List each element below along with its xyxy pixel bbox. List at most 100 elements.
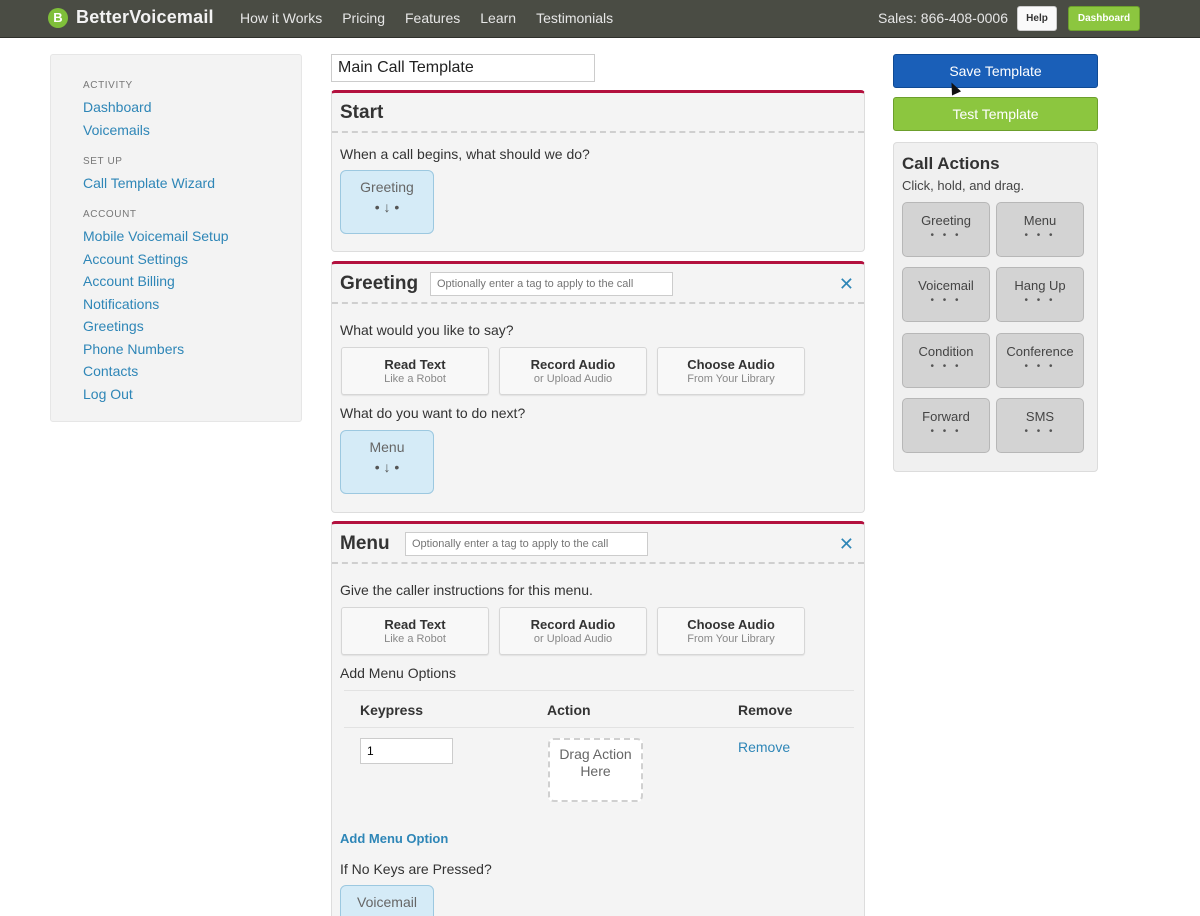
call-actions-subtitle: Click, hold, and drag. bbox=[902, 178, 1025, 193]
menu-question: Give the caller instructions for this me… bbox=[340, 582, 593, 598]
template-name-input[interactable] bbox=[331, 54, 595, 82]
start-title: Start bbox=[340, 102, 384, 123]
button-subtitle: or Upload Audio bbox=[533, 373, 613, 385]
add-menu-option-link[interactable]: Add Menu Option bbox=[340, 831, 448, 846]
greeting-choose-audio-button[interactable]: Choose Audio From Your Library bbox=[657, 347, 805, 395]
table-header-remove: Remove bbox=[738, 702, 793, 718]
greeting-question: What would you like to say? bbox=[340, 322, 514, 338]
greeting-next-menu-tile[interactable]: Menu • ↓ • bbox=[340, 430, 434, 494]
start-card: Start When a call begins, what should we… bbox=[331, 90, 865, 252]
action-tile-voicemail[interactable]: Voicemail • • • bbox=[902, 267, 990, 322]
menu-read-text-button[interactable]: Read Text Like a Robot bbox=[341, 607, 489, 655]
nav-how-it-works[interactable]: How it Works bbox=[240, 10, 322, 26]
action-tile-greeting[interactable]: Greeting • • • bbox=[902, 202, 990, 257]
action-tile-menu[interactable]: Menu • • • bbox=[996, 202, 1084, 257]
menu-add-options-label: Add Menu Options bbox=[340, 665, 456, 681]
action-tile-sms[interactable]: SMS • • • bbox=[996, 398, 1084, 453]
menu-record-audio-button[interactable]: Record Audio or Upload Audio bbox=[499, 607, 647, 655]
arrow-down-icon: • ↓ • bbox=[374, 459, 400, 475]
action-label: Forward bbox=[922, 409, 970, 424]
dashboard-button[interactable]: Dashboard bbox=[1068, 6, 1140, 31]
start-greeting-tile[interactable]: Greeting • ↓ • bbox=[340, 170, 434, 234]
action-label: Voicemail bbox=[918, 278, 974, 293]
sidebar-item-mobile-voicemail-setup[interactable]: Mobile Voicemail Setup bbox=[83, 228, 229, 244]
drag-dots-icon: • • • bbox=[930, 426, 962, 437]
menu-tag-input[interactable] bbox=[405, 532, 648, 556]
sidebar-item-greetings[interactable]: Greetings bbox=[83, 318, 144, 334]
sidebar-item-log-out[interactable]: Log Out bbox=[83, 386, 133, 402]
nav-features[interactable]: Features bbox=[405, 10, 460, 26]
menu-title: Menu bbox=[340, 533, 390, 554]
action-label: Greeting bbox=[921, 213, 971, 228]
close-icon[interactable]: ✕ bbox=[839, 274, 854, 295]
drag-dots-icon: • • • bbox=[930, 361, 962, 372]
greeting-title: Greeting bbox=[340, 273, 419, 294]
call-actions-panel: Call Actions Click, hold, and drag. Gree… bbox=[893, 142, 1098, 472]
drag-action-dropzone[interactable]: Drag Action Here bbox=[548, 738, 643, 802]
logo-icon[interactable]: B bbox=[48, 8, 68, 28]
sidebar-item-account-billing[interactable]: Account Billing bbox=[83, 273, 175, 289]
button-subtitle: From Your Library bbox=[687, 373, 775, 385]
sidebar-item-voicemails[interactable]: Voicemails bbox=[83, 122, 150, 138]
nav-pricing[interactable]: Pricing bbox=[342, 10, 385, 26]
drag-dots-icon: • • • bbox=[1024, 230, 1056, 241]
button-title: Read Text bbox=[384, 357, 446, 372]
menu-card: Menu ✕ Give the caller instructions for … bbox=[331, 521, 865, 916]
menu-choose-audio-button[interactable]: Choose Audio From Your Library bbox=[657, 607, 805, 655]
sidebar-heading-account: ACCOUNT bbox=[83, 209, 137, 220]
greeting-next-question: What do you want to do next? bbox=[340, 405, 526, 421]
table-divider bbox=[344, 690, 854, 691]
button-subtitle: From Your Library bbox=[687, 633, 775, 645]
action-tile-condition[interactable]: Condition • • • bbox=[902, 333, 990, 388]
top-navbar: B BetterVoicemail How it Works Pricing F… bbox=[0, 0, 1200, 38]
call-actions-title: Call Actions bbox=[902, 154, 1000, 173]
greeting-tag-input[interactable] bbox=[430, 272, 673, 296]
action-tile-conference[interactable]: Conference • • • bbox=[996, 333, 1084, 388]
sidebar-item-contacts[interactable]: Contacts bbox=[83, 363, 138, 379]
action-label: Conference bbox=[1006, 344, 1074, 359]
menu-card-header: Menu ✕ bbox=[332, 524, 864, 564]
drag-dots-icon: • • • bbox=[1024, 426, 1056, 437]
greeting-read-text-button[interactable]: Read Text Like a Robot bbox=[341, 347, 489, 395]
sales-phone: Sales: 866-408-0006 bbox=[878, 10, 1008, 26]
action-label: Menu bbox=[1023, 213, 1057, 228]
close-icon[interactable]: ✕ bbox=[839, 534, 854, 555]
remove-link[interactable]: Remove bbox=[738, 739, 790, 755]
button-title: Choose Audio bbox=[687, 357, 775, 372]
sidebar-item-call-template-wizard[interactable]: Call Template Wizard bbox=[83, 175, 215, 191]
nav-testimonials[interactable]: Testimonials bbox=[536, 10, 613, 26]
button-title: Record Audio bbox=[530, 357, 616, 372]
action-tile-forward[interactable]: Forward • • • bbox=[902, 398, 990, 453]
save-template-button[interactable]: Save Template bbox=[893, 54, 1098, 88]
action-label: Condition bbox=[918, 344, 974, 359]
brand-name[interactable]: BetterVoicemail bbox=[76, 7, 214, 28]
help-button[interactable]: Help bbox=[1017, 6, 1057, 31]
no-keys-voicemail-tile[interactable]: Voicemail bbox=[340, 885, 434, 916]
nav-learn[interactable]: Learn bbox=[480, 10, 516, 26]
action-label: SMS bbox=[1025, 409, 1055, 424]
drag-dots-icon: • • • bbox=[1024, 361, 1056, 372]
table-header-keypress: Keypress bbox=[360, 702, 424, 718]
button-subtitle: Like a Robot bbox=[384, 373, 446, 385]
button-title: Record Audio bbox=[530, 617, 616, 632]
table-divider bbox=[344, 727, 854, 728]
sidebar-item-dashboard[interactable]: Dashboard bbox=[83, 99, 152, 115]
greeting-record-audio-button[interactable]: Record Audio or Upload Audio bbox=[499, 347, 647, 395]
next-tile-label: Menu bbox=[369, 439, 405, 455]
keypress-input[interactable] bbox=[360, 738, 453, 764]
drag-dots-icon: • • • bbox=[930, 295, 962, 306]
main-nav: How it Works Pricing Features Learn Test… bbox=[240, 10, 633, 26]
sidebar-item-notifications[interactable]: Notifications bbox=[83, 296, 159, 312]
action-tile-hang-up[interactable]: Hang Up • • • bbox=[996, 267, 1084, 322]
no-keys-question: If No Keys are Pressed? bbox=[340, 861, 492, 877]
test-template-button[interactable]: Test Template bbox=[893, 97, 1098, 131]
table-header-action: Action bbox=[547, 702, 591, 718]
sidebar-item-account-settings[interactable]: Account Settings bbox=[83, 251, 188, 267]
button-title: Read Text bbox=[384, 617, 446, 632]
sidebar-item-phone-numbers[interactable]: Phone Numbers bbox=[83, 341, 184, 357]
start-card-header: Start bbox=[332, 93, 864, 133]
sidebar-heading-activity: ACTIVITY bbox=[83, 80, 133, 91]
action-label: Hang Up bbox=[1014, 278, 1066, 293]
button-title: Choose Audio bbox=[687, 617, 775, 632]
greeting-card-header: Greeting ✕ bbox=[332, 264, 864, 304]
